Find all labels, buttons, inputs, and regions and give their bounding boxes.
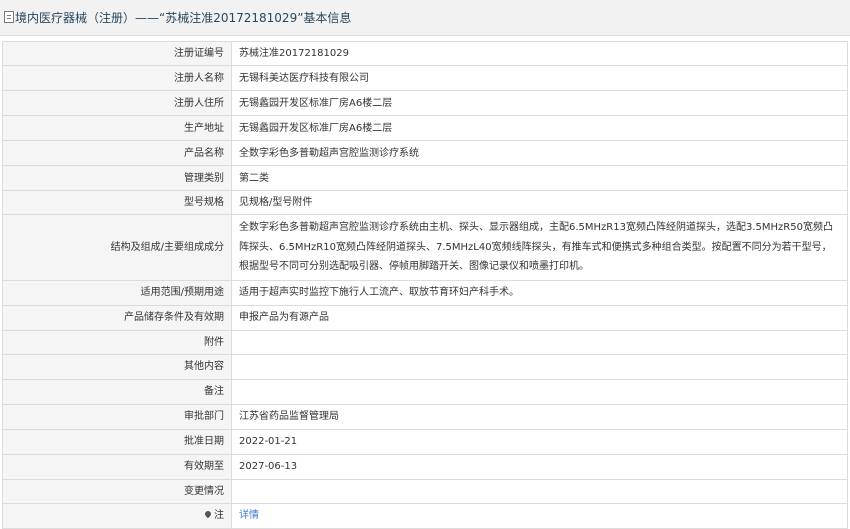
details-link[interactable]: 详情 [239,510,259,521]
table-row: 结构及组成/主要组成成分 全数字彩色多普勒超声宫腔监测诊疗系统由主机、探头、显示… [2,214,848,281]
location-pin-icon [203,510,213,519]
row-value-storage-validity: 申报产品为有源产品 [231,304,848,331]
row-value-remarks [231,378,848,405]
page-title: 境内医疗器械（注册）——“苏械注准20172181029”基本信息 [15,11,352,25]
row-label-note: 注 [2,502,232,529]
note-label: 注 [214,510,224,522]
table-row: 产品名称 全数字彩色多普勒超声宫腔监测诊疗系统 [2,140,848,166]
row-label-intended-use: 适用范围/预期用途 [2,279,232,306]
row-value-valid-until: 2027-06-13 [231,453,848,480]
row-label-structure-composition: 结构及组成/主要组成成分 [2,214,232,281]
page-header: 境内医疗器械（注册）——“苏械注准20172181029”基本信息 [0,0,850,36]
table-row: 备注 [2,378,848,405]
row-label-attachment: 附件 [2,329,232,355]
table-row: 注册证编号 苏械注准20172181029 [2,41,848,66]
row-label-product-name: 产品名称 [2,140,232,166]
row-label-other-content: 其他内容 [2,353,232,380]
row-value-change-status [231,478,848,504]
row-label-management-category: 管理类别 [2,165,232,191]
row-value-other-content [231,353,848,380]
row-label-change-status: 变更情况 [2,478,232,504]
table-row: 管理类别 第二类 [2,165,848,191]
row-label-registration-number: 注册证编号 [2,41,232,66]
table-row: 批准日期 2022-01-21 [2,428,848,455]
document-icon [4,11,14,23]
row-value-management-category: 第二类 [231,165,848,191]
row-label-approval-department: 审批部门 [2,403,232,430]
row-value-registrant-address: 无锡蠡园开发区标准厂房A6楼二层 [231,90,848,116]
table-row: 生产地址 无锡蠡园开发区标准厂房A6楼二层 [2,115,848,141]
row-label-valid-until: 有效期至 [2,453,232,480]
row-value-production-address: 无锡蠡园开发区标准厂房A6楼二层 [231,115,848,141]
row-value-product-name: 全数字彩色多普勒超声宫腔监测诊疗系统 [231,140,848,166]
row-label-storage-validity: 产品储存条件及有效期 [2,304,232,331]
row-label-approval-date: 批准日期 [2,428,232,455]
table-row: 附件 [2,329,848,355]
row-value-registration-number: 苏械注准20172181029 [231,41,848,66]
table-row: 型号规格 见规格/型号附件 [2,190,848,215]
row-value-intended-use: 适用于超声实时监控下施行人工流产、取放节育环妇产科手术。 [231,279,848,306]
row-value-approval-date: 2022-01-21 [231,428,848,455]
table-row: 注册人住所 无锡蠡园开发区标准厂房A6楼二层 [2,90,848,116]
row-label-registrant-address: 注册人住所 [2,90,232,116]
table-row: 其他内容 [2,353,848,380]
row-label-production-address: 生产地址 [2,115,232,141]
row-label-registrant-name: 注册人名称 [2,65,232,91]
table-row: 产品储存条件及有效期 申报产品为有源产品 [2,304,848,331]
row-value-note: 详情 [231,502,848,529]
info-table: 注册证编号 苏械注准20172181029 注册人名称 无锡科美达医疗科技有限公… [2,41,848,529]
row-value-attachment [231,329,848,355]
row-label-model-spec: 型号规格 [2,190,232,215]
row-value-approval-department: 江苏省药品监督管理局 [231,403,848,430]
table-row: 适用范围/预期用途 适用于超声实时监控下施行人工流产、取放节育环妇产科手术。 [2,279,848,306]
row-value-structure-composition: 全数字彩色多普勒超声宫腔监测诊疗系统由主机、探头、显示器组成，主配6.5MHzR… [231,214,848,281]
table-row: 变更情况 [2,478,848,504]
row-label-remarks: 备注 [2,378,232,405]
row-value-model-spec: 见规格/型号附件 [231,190,848,215]
table-row: 有效期至 2027-06-13 [2,453,848,480]
table-row: 注 详情 [2,502,848,529]
table-row: 审批部门 江苏省药品监督管理局 [2,403,848,430]
table-row: 注册人名称 无锡科美达医疗科技有限公司 [2,65,848,91]
row-value-registrant-name: 无锡科美达医疗科技有限公司 [231,65,848,91]
